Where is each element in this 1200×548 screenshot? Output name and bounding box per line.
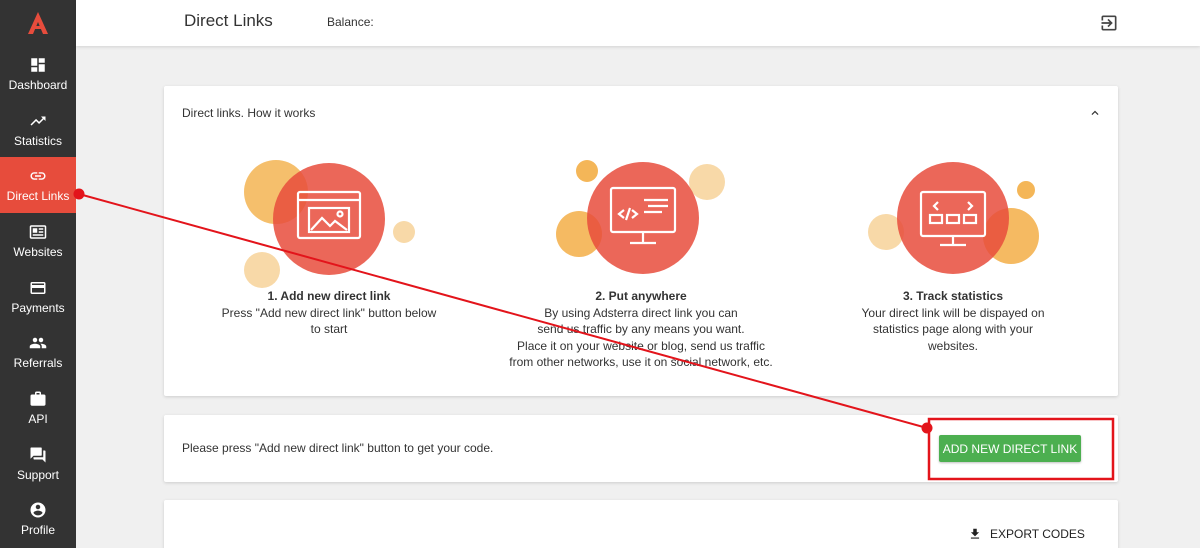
logo-icon bbox=[28, 12, 48, 34]
add-new-direct-link-button[interactable]: ADD NEW DIRECT LINK bbox=[939, 435, 1081, 462]
top-bar: Direct Links Balance: bbox=[76, 0, 1200, 46]
step-3: 3. Track statistics Your direct link wil… bbox=[818, 288, 1088, 354]
step2-illustration bbox=[556, 160, 725, 274]
sidebar-item-direct-links[interactable]: Direct Links bbox=[0, 157, 76, 214]
step-line: to start bbox=[310, 322, 348, 336]
logout-icon[interactable] bbox=[1099, 13, 1119, 33]
sidebar-item-api[interactable]: API bbox=[0, 380, 76, 436]
sidebar-item-label: Referrals bbox=[13, 356, 63, 371]
sidebar-item-referrals[interactable]: Referrals bbox=[0, 324, 76, 380]
sidebar-item-label: Statistics bbox=[13, 133, 62, 148]
sidebar-item-label: Websites bbox=[13, 244, 63, 259]
sidebar-item-label: Dashboard bbox=[8, 77, 68, 92]
step-line: Press "Add new direct link" button below bbox=[221, 305, 437, 320]
sidebar-item-dashboard[interactable]: Dashboard bbox=[0, 46, 76, 102]
step-line: websites. bbox=[927, 338, 979, 353]
sidebar-item-statistics[interactable]: Statistics bbox=[0, 102, 76, 158]
trending-up-icon bbox=[29, 112, 47, 130]
people-icon bbox=[29, 334, 47, 352]
export-codes-button[interactable]: EXPORT CODES bbox=[968, 527, 1085, 541]
link-icon bbox=[29, 167, 47, 185]
step-line: Your direct link will be dispayed on bbox=[861, 305, 1045, 320]
briefcase-icon bbox=[29, 390, 47, 408]
step-line: By using Adsterra direct link you can bbox=[544, 305, 738, 320]
chevron-up-icon[interactable] bbox=[1088, 106, 1102, 120]
chat-icon bbox=[29, 446, 47, 464]
instruction-text: Please press "Add new direct link" butto… bbox=[182, 441, 494, 455]
step-title: 1. Add new direct link bbox=[267, 289, 391, 303]
codes-card: EXPORT CODES bbox=[164, 500, 1118, 548]
step1-illustration bbox=[244, 160, 415, 288]
page-title: Direct Links bbox=[184, 11, 273, 30]
balance-label: Balance: bbox=[327, 15, 374, 29]
sidebar: Dashboard Statistics Direct Links Websit… bbox=[0, 0, 76, 548]
sidebar-item-websites[interactable]: Websites bbox=[0, 213, 76, 269]
how-it-works-card: Direct links. How it works 1. Add new di… bbox=[164, 86, 1118, 396]
step3-illustration bbox=[868, 162, 1039, 274]
step-1: 1. Add new direct link Press "Add new di… bbox=[194, 288, 464, 338]
websites-icon bbox=[29, 223, 47, 241]
adsterra-logo[interactable] bbox=[0, 0, 76, 46]
credit-card-icon bbox=[29, 279, 47, 297]
add-direct-link-card: Please press "Add new direct link" butto… bbox=[164, 415, 1118, 482]
sidebar-item-label: Direct Links bbox=[6, 189, 70, 204]
sidebar-item-payments[interactable]: Payments bbox=[0, 269, 76, 325]
sidebar-item-support[interactable]: Support bbox=[0, 436, 76, 492]
step-line: send us traffic by any means you want. bbox=[537, 322, 745, 336]
step-2: 2. Put anywhere By using Adsterra direct… bbox=[506, 288, 776, 371]
account-icon bbox=[29, 501, 47, 519]
step-line: Place it on your website or blog, send u… bbox=[517, 338, 765, 353]
step-line: statistics page along with your bbox=[872, 322, 1034, 336]
how-it-works-title: Direct links. How it works bbox=[182, 106, 316, 120]
dashboard-icon bbox=[29, 56, 47, 74]
download-icon bbox=[970, 528, 980, 539]
app-root: Dashboard Statistics Direct Links Websit… bbox=[0, 0, 1200, 548]
sidebar-item-label: Profile bbox=[20, 523, 55, 538]
step-title: 2. Put anywhere bbox=[595, 289, 687, 303]
step-line: from other networks, use it on social ne… bbox=[509, 355, 773, 369]
sidebar-item-label: API bbox=[28, 411, 48, 426]
sidebar-item-label: Support bbox=[16, 467, 60, 482]
step-title: 3. Track statistics bbox=[902, 289, 1004, 303]
export-codes-label: EXPORT CODES bbox=[990, 527, 1085, 541]
sidebar-item-profile[interactable]: Profile bbox=[0, 492, 76, 548]
sidebar-item-label: Payments bbox=[11, 300, 65, 315]
